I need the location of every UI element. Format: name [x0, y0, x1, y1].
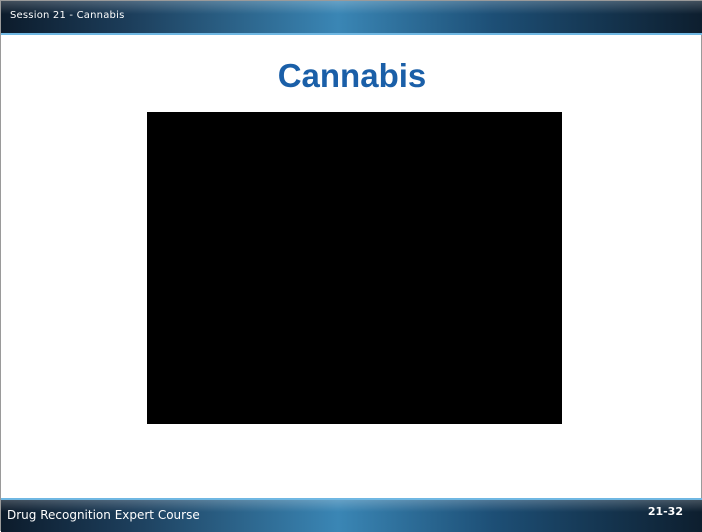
slide-title: Cannabis: [277, 57, 427, 94]
header-bar: Session 21 - Cannabis: [1, 1, 702, 35]
session-label: Session 21 - Cannabis: [10, 10, 125, 21]
page-number: 21-32: [647, 505, 683, 518]
footer-bar: Drug Recognition Expert Course 21-32: [1, 498, 702, 532]
course-label: Drug Recognition Expert Course: [7, 508, 200, 522]
video-player[interactable]: [147, 112, 562, 424]
slide: Session 21 - Cannabis Cannabis Drug Reco…: [0, 0, 702, 532]
